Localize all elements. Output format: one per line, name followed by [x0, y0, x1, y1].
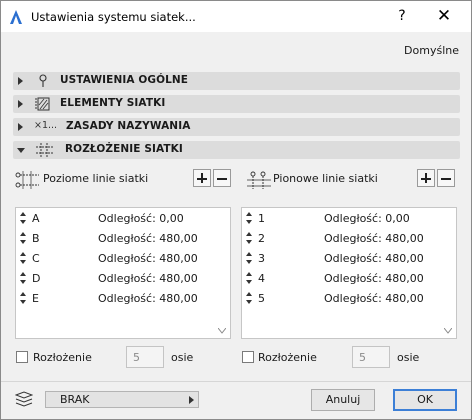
drag-handle-icon[interactable]	[20, 272, 26, 284]
drag-handle-icon[interactable]	[246, 252, 252, 264]
vertical-distribution-checkbox[interactable]	[242, 351, 254, 363]
close-button[interactable]: ✕	[426, 1, 462, 32]
horizontal-axis-count-input[interactable]: 5	[126, 346, 164, 368]
list-item[interactable]: 4 Odległość: 480,00	[242, 268, 456, 288]
layers-icon	[15, 391, 33, 407]
list-item[interactable]: D Odległość: 480,00	[16, 268, 230, 288]
grid-line-distance: Odległość: 0,00	[98, 212, 184, 225]
horizontal-grid-lines-icon	[15, 171, 39, 189]
section-label: ROZŁOŻENIE SIATKI	[65, 143, 183, 155]
grid-line-name: 4	[258, 272, 265, 285]
grid-line-distance: Odległość: 0,00	[324, 212, 410, 225]
pin-icon	[39, 74, 47, 87]
grid-layout-icon	[36, 143, 54, 157]
list-item[interactable]: 2 Odległość: 480,00	[242, 228, 456, 248]
section-label: ELEMENTY SIATKI	[60, 97, 166, 109]
grid-line-name: D	[32, 272, 41, 285]
remove-vertical-line-button[interactable]	[437, 169, 455, 187]
grid-system-settings-dialog: Ustawienia systemu siatek... ? ✕ Domyśln…	[0, 0, 472, 420]
horizontal-axis-label: osie	[171, 351, 194, 364]
vertical-axis-label: osie	[397, 351, 420, 364]
list-item[interactable]: A Odległość: 0,00	[16, 208, 230, 228]
remove-horizontal-line-button[interactable]	[213, 169, 231, 187]
vertical-axis-count-input[interactable]: 5	[352, 346, 390, 368]
grid-line-name: 3	[258, 252, 265, 265]
horizontal-distribution-label: Rozłożenie	[33, 351, 92, 364]
naming-icon: ×1...	[34, 120, 58, 131]
grid-line-distance: Odległość: 480,00	[324, 252, 424, 265]
drag-handle-icon[interactable]	[246, 292, 252, 304]
ok-button[interactable]: OK	[393, 389, 457, 411]
grid-line-name: C	[32, 252, 40, 265]
add-horizontal-line-button[interactable]	[193, 169, 211, 187]
chevron-right-icon	[189, 396, 194, 404]
grid-line-distance: Odległość: 480,00	[324, 272, 424, 285]
section-grid-elements[interactable]: ELEMENTY SIATKI	[13, 95, 460, 113]
drag-handle-icon[interactable]	[20, 232, 26, 244]
drag-handle-icon[interactable]	[246, 272, 252, 284]
scroll-down-icon[interactable]	[444, 328, 452, 334]
layer-value: BRAK	[60, 393, 90, 406]
add-vertical-line-button[interactable]	[417, 169, 435, 187]
section-general-settings[interactable]: USTAWIENIA OGÓLNE	[13, 72, 460, 90]
grid-line-distance: Odległość: 480,00	[98, 292, 198, 305]
horizontal-distribution-checkbox[interactable]	[16, 351, 28, 363]
expand-arrow-icon	[18, 100, 23, 108]
list-item[interactable]: B Odległość: 480,00	[16, 228, 230, 248]
section-label: USTAWIENIA OGÓLNE	[60, 74, 189, 86]
grid-element-icon	[35, 97, 50, 111]
grid-line-name: B	[32, 232, 40, 245]
grid-line-distance: Odległość: 480,00	[324, 232, 424, 245]
horizontal-grid-lines-list[interactable]: A Odległość: 0,00 B Odległość: 480,00 C …	[15, 207, 231, 339]
grid-line-name: E	[32, 292, 39, 305]
section-naming-rules[interactable]: ×1... ZASADY NAZYWANIA	[13, 118, 460, 136]
vertical-grid-lines-icon	[247, 171, 271, 189]
scroll-down-icon[interactable]	[218, 328, 226, 334]
grid-line-distance: Odległość: 480,00	[98, 252, 198, 265]
list-item[interactable]: 1 Odległość: 0,00	[242, 208, 456, 228]
minus-icon	[441, 177, 451, 180]
grid-line-name: 2	[258, 232, 265, 245]
title-bar: Ustawienia systemu siatek... ? ✕	[1, 1, 471, 32]
defaults-link[interactable]: Domyślne	[404, 44, 459, 57]
drag-handle-icon[interactable]	[20, 252, 26, 264]
expand-arrow-icon	[18, 123, 23, 131]
list-item[interactable]: 3 Odległość: 480,00	[242, 248, 456, 268]
drag-handle-icon[interactable]	[20, 292, 26, 304]
grid-line-distance: Odległość: 480,00	[98, 272, 198, 285]
list-item[interactable]: 5 Odległość: 480,00	[242, 288, 456, 308]
collapse-arrow-icon	[17, 148, 25, 153]
grid-line-distance: Odległość: 480,00	[324, 292, 424, 305]
archicad-app-icon	[10, 10, 22, 24]
help-button[interactable]: ?	[387, 1, 417, 32]
minus-icon	[217, 177, 227, 180]
vertical-distribution-label: Rozłożenie	[258, 351, 317, 364]
expand-arrow-icon	[18, 77, 23, 85]
list-item[interactable]: C Odległość: 480,00	[16, 248, 230, 268]
list-item[interactable]: E Odległość: 480,00	[16, 288, 230, 308]
cancel-button[interactable]: Anuluj	[311, 389, 375, 411]
drag-handle-icon[interactable]	[246, 232, 252, 244]
horizontal-grid-lines-label: Poziome linie siatki	[43, 172, 149, 185]
grid-line-name: 1	[258, 212, 265, 225]
drag-handle-icon[interactable]	[246, 212, 252, 224]
grid-line-name: 5	[258, 292, 265, 305]
grid-line-name: A	[32, 212, 40, 225]
grid-line-distance: Odległość: 480,00	[98, 232, 198, 245]
layer-selector[interactable]: BRAK	[45, 391, 199, 408]
drag-handle-icon[interactable]	[20, 212, 26, 224]
vertical-grid-lines-list[interactable]: 1 Odległość: 0,00 2 Odległość: 480,00 3 …	[241, 207, 457, 339]
vertical-grid-lines-label: Pionowe linie siatki	[273, 172, 378, 185]
window-title: Ustawienia systemu siatek...	[31, 10, 196, 24]
section-grid-layout[interactable]: ROZŁOŻENIE SIATKI	[13, 141, 460, 159]
section-label: ZASADY NAZYWANIA	[66, 120, 191, 132]
